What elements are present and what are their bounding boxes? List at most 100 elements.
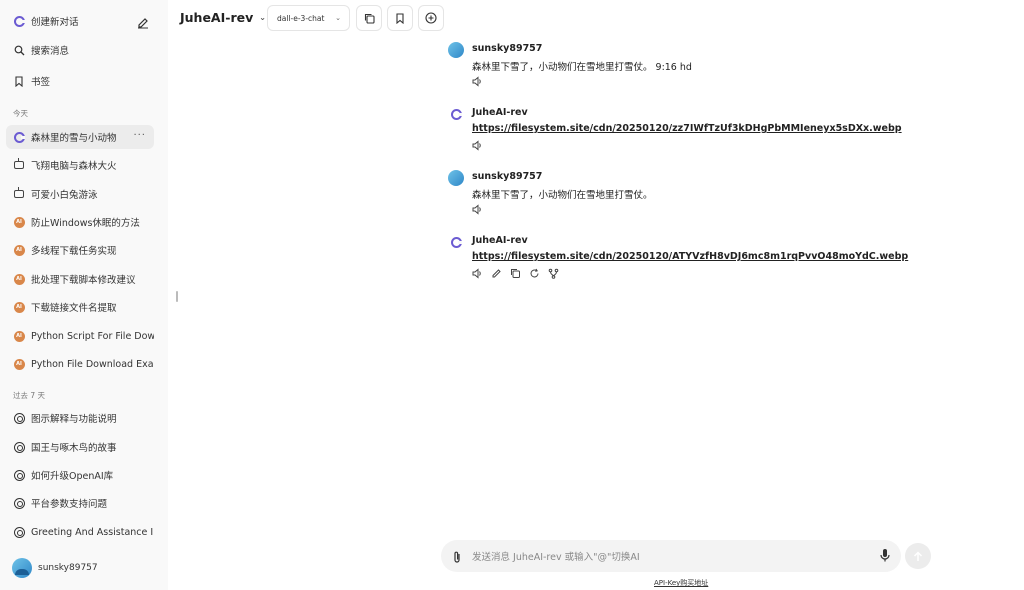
openai-icon <box>13 469 25 481</box>
ai-badge-icon: AI <box>13 244 25 256</box>
robot-icon <box>13 187 25 200</box>
speaker-icon[interactable] <box>472 140 483 151</box>
avatar <box>12 558 32 578</box>
assistant-selector[interactable]: JuheAI-rev ⌄ <box>180 10 266 25</box>
conversation-label: 可爱小白兔游泳 <box>31 190 98 201</box>
search-icon <box>13 44 25 56</box>
conversation-item[interactable]: 飞翔电脑与森林大火 <box>6 153 154 177</box>
model-select[interactable]: dall-e-3-chat ⌄ <box>267 5 350 31</box>
conversation-label: 平台参数支持问题 <box>31 499 108 510</box>
model-name: dall-e-3-chat <box>277 13 325 23</box>
copy-icon <box>364 13 375 24</box>
g-logo-icon <box>13 15 25 27</box>
new-conversation-button[interactable] <box>418 5 444 31</box>
ai-badge-icon: AI <box>13 273 25 285</box>
speaker-icon[interactable] <box>472 76 483 87</box>
conversation-item[interactable]: AI Python Script For File Download <box>6 324 154 348</box>
conversation-item[interactable]: Greeting And Assistance Inquiry <box>6 520 154 544</box>
avatar <box>448 170 464 186</box>
new-chat-button[interactable]: 创建新对话 <box>6 9 154 33</box>
g-logo-icon <box>448 106 464 122</box>
new-chat-label: 创建新对话 <box>31 17 79 28</box>
message-author: JuheAI-rev <box>472 235 528 246</box>
ai-badge-icon: AI <box>13 301 25 313</box>
conversation-label: 森林里的雪与小动物 <box>31 133 117 144</box>
conversation-label: Greeting And Assistance Inquiry <box>31 526 154 538</box>
conversation-label: 图示解释与功能说明 <box>31 414 117 425</box>
sidebar: 创建新对话 搜索消息 书签 今天 森林里的雪与小动物 ··· 飞翔电脑与森林大火 <box>0 0 168 590</box>
username: sunsky89757 <box>38 563 98 573</box>
conversation-label: Python File Download Example <box>31 358 154 370</box>
conversation-label: 飞翔电脑与森林大火 <box>31 161 117 172</box>
speaker-icon[interactable] <box>472 204 483 215</box>
ai-badge-icon: AI <box>13 330 25 342</box>
ai-badge-icon: AI <box>13 358 25 370</box>
api-key-link[interactable]: API-Key购买地址 <box>654 578 708 588</box>
plus-circle-icon <box>425 12 437 24</box>
openai-icon <box>13 412 25 424</box>
conversation-label: 国王与啄木鸟的故事 <box>31 443 117 454</box>
message-input[interactable]: 发送消息 JuheAI-rev 或输入"@"切换AI <box>472 549 640 563</box>
bookmark-button[interactable] <box>387 5 413 31</box>
message-author: sunsky89757 <box>472 43 543 54</box>
message-author: sunsky89757 <box>472 171 543 182</box>
search-messages-button[interactable]: 搜索消息 <box>6 38 154 62</box>
conversation-item[interactable]: AI 多线程下载任务实现 <box>6 238 154 262</box>
conversation-item[interactable]: 可爱小白兔游泳 <box>6 182 154 206</box>
message-author: JuheAI-rev <box>472 107 528 118</box>
bookmark-icon <box>396 12 404 24</box>
g-logo-icon <box>13 131 25 143</box>
section-today: 今天 <box>13 109 28 118</box>
bookmark-icon <box>13 75 25 87</box>
conversation-label: 如何升级OpenAI库 <box>31 471 114 482</box>
bookmarks-label: 书签 <box>31 77 51 88</box>
openai-icon <box>13 526 25 538</box>
conversation-item[interactable]: AI 批处理下载脚本修改建议 <box>6 267 154 291</box>
send-button[interactable] <box>905 543 931 569</box>
conversation-item[interactable]: AI 下载链接文件名提取 <box>6 295 154 319</box>
chevron-down-icon: ⌄ <box>259 13 266 22</box>
ai-badge-icon: AI <box>13 216 25 228</box>
avatar <box>448 42 464 58</box>
openai-icon <box>13 497 25 509</box>
conversation-item[interactable]: AI 防止Windows休眠的方法 <box>6 210 154 234</box>
page-title: JuheAI-rev <box>180 10 254 25</box>
bookmarks-button[interactable]: 书签 <box>6 69 154 93</box>
user-profile[interactable]: sunsky89757 <box>12 558 98 578</box>
robot-icon <box>13 158 25 171</box>
paperclip-icon[interactable] <box>452 549 462 568</box>
openai-icon <box>13 441 25 453</box>
branch-icon[interactable] <box>548 268 559 279</box>
app-root: 创建新对话 搜索消息 书签 今天 森林里的雪与小动物 ··· 飞翔电脑与森林大火 <box>0 0 1024 590</box>
conversation-item[interactable]: 如何升级OpenAI库 <box>6 463 154 487</box>
conversation-label: 下载链接文件名提取 <box>31 303 117 314</box>
arrow-up-icon <box>913 550 923 561</box>
more-options-icon[interactable]: ··· <box>133 130 146 141</box>
chevron-down-icon: ⌄ <box>335 14 341 22</box>
conversation-item[interactable]: 平台参数支持问题 <box>6 491 154 515</box>
conversation-item[interactable]: AI Python File Download Example <box>6 352 154 376</box>
conversation-item[interactable]: 国王与啄木鸟的故事 <box>6 435 154 459</box>
microphone-icon[interactable] <box>879 548 891 567</box>
conversation-label: 批处理下载脚本修改建议 <box>31 275 136 286</box>
sidebar-resize-handle[interactable] <box>176 291 178 302</box>
conversation-label: Python Script For File Download <box>31 330 154 342</box>
image-link[interactable]: https://filesystem.site/cdn/20250120/ATY… <box>472 251 908 262</box>
message-text: 森林里下雪了，小动物们在雪地里打雪仗。 9:16 hd <box>472 62 692 73</box>
copy-button[interactable] <box>356 5 382 31</box>
conversation-label: 多线程下载任务实现 <box>31 246 117 257</box>
message-composer[interactable]: 发送消息 JuheAI-rev 或输入"@"切换AI <box>441 540 901 572</box>
conversation-label: 防止Windows休眠的方法 <box>31 218 140 229</box>
conversation-item[interactable]: 森林里的雪与小动物 ··· <box>6 125 154 149</box>
copy-icon[interactable] <box>510 268 521 279</box>
message-text: 森林里下雪了，小动物们在雪地里打雪仗。 <box>472 190 653 201</box>
image-link[interactable]: https://filesystem.site/cdn/20250120/zz7… <box>472 123 902 134</box>
regenerate-icon[interactable] <box>529 268 540 279</box>
speaker-icon[interactable] <box>472 268 483 279</box>
section-past-7-days: 过去 7 天 <box>13 391 46 400</box>
edit-icon[interactable] <box>491 268 502 279</box>
search-label: 搜索消息 <box>31 46 70 57</box>
conversation-item[interactable]: 图示解释与功能说明 <box>6 406 154 430</box>
g-logo-icon <box>448 234 464 250</box>
edit-icon[interactable] <box>137 14 149 33</box>
